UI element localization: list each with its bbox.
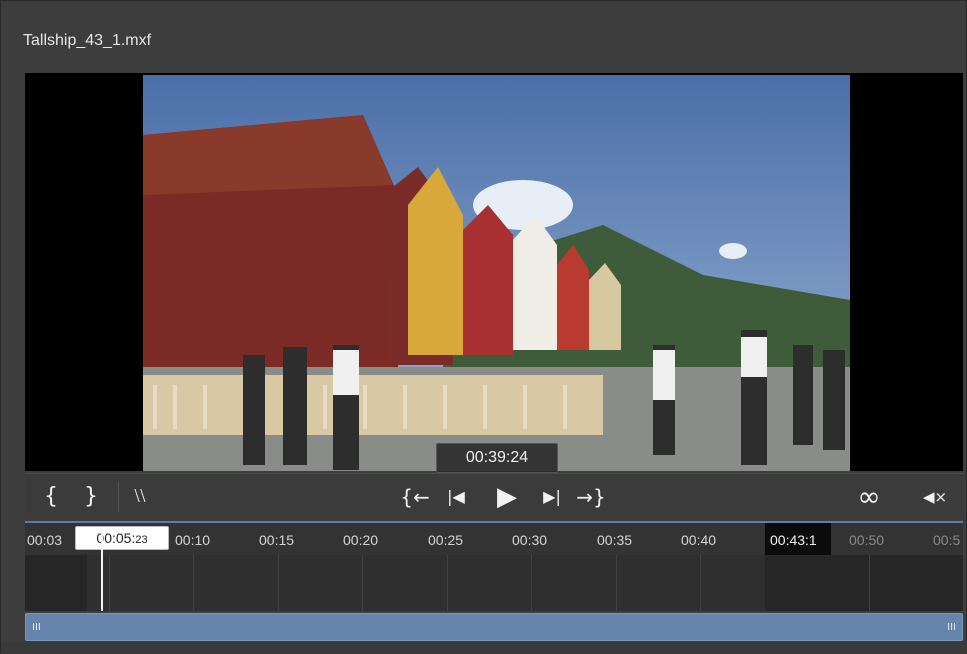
clip-viewer-window: Tallship_43_1.mxf 00:39:24 {} ⧵⧵ {← |◀ … — [0, 0, 967, 654]
video-frame-image — [143, 75, 850, 471]
out-point-label: 00:43:1 — [770, 532, 817, 548]
grid-line — [193, 555, 194, 611]
clip-title: Tallship_43_1.mxf — [23, 32, 152, 49]
grid-line — [362, 555, 363, 611]
transport-controls: { } ⧵⧵ {← |◀ ▶ ▶| →} ∞ ◀× — [25, 473, 963, 519]
mark-out-button[interactable]: } — [79, 480, 103, 514]
ruler-tick: 00:5 — [933, 532, 961, 548]
grid-line — [869, 555, 870, 611]
ruler-tick: 00:50 — [849, 532, 885, 548]
playhead[interactable] — [101, 529, 103, 611]
timeline-ruler[interactable]: 00:03 00:10 00:15 00:20 00:25 00:30 00:3… — [25, 521, 963, 555]
grid-line — [447, 555, 448, 611]
timeline-track[interactable] — [25, 555, 963, 611]
ruler-tick: 00:03 — [27, 532, 63, 548]
ruler-tick: 00:40 — [681, 532, 717, 548]
pre-in-region — [25, 555, 87, 611]
playhead-time-frames: 23 — [135, 534, 148, 546]
mark-in-button[interactable]: { — [39, 480, 63, 514]
scroll-left-grip[interactable]: III — [32, 622, 41, 633]
timeline-scrollbar[interactable]: III III — [25, 613, 963, 641]
grid-line — [109, 555, 110, 611]
grid-line — [700, 555, 701, 611]
mute-icon[interactable]: ◀× — [919, 480, 951, 514]
step-back-button[interactable]: |◀ — [441, 480, 471, 514]
video-frame — [143, 75, 850, 471]
playhead-time-tooltip: 00:05:23 — [75, 526, 169, 550]
toolbar-separator — [118, 482, 119, 512]
current-timecode: 00:39:24 — [436, 443, 558, 473]
go-to-out-button[interactable]: →} — [573, 480, 609, 514]
grid-line — [278, 555, 279, 611]
ruler-tick: 00:10 — [175, 532, 211, 548]
step-forward-button[interactable]: ▶| — [537, 480, 567, 514]
window-bottom-edge — [1, 641, 967, 654]
play-button[interactable]: ▶ — [487, 480, 527, 514]
post-out-region — [765, 555, 963, 611]
ruler-tick: 00:35 — [597, 532, 633, 548]
ruler-tick: 00:25 — [428, 532, 464, 548]
grid-line — [616, 555, 617, 611]
clear-marks-icon[interactable]: ⧵⧵ — [125, 480, 155, 514]
loop-icon[interactable]: ∞ — [849, 480, 889, 514]
grid-line — [531, 555, 532, 611]
scroll-right-grip[interactable]: III — [947, 622, 956, 633]
ruler-tick: 00:20 — [343, 532, 379, 548]
ruler-tick: 00:15 — [259, 532, 295, 548]
ruler-tick: 00:30 — [512, 532, 548, 548]
video-viewer[interactable]: 00:39:24 — [25, 73, 963, 473]
go-to-in-button[interactable]: {← — [397, 480, 433, 514]
